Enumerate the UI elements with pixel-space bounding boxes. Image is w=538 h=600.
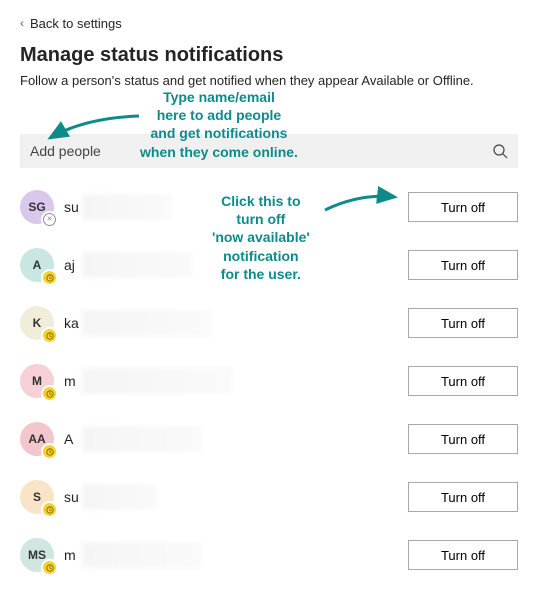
redacted-name (82, 542, 202, 568)
person-row: Kka Turn off (20, 306, 518, 340)
person-name-prefix: aj (64, 257, 82, 273)
add-people-search[interactable] (20, 134, 518, 168)
turn-off-button[interactable]: Turn off (408, 540, 518, 570)
avatar: S (20, 480, 54, 514)
presence-away-icon (43, 503, 56, 516)
turn-off-button[interactable]: Turn off (408, 308, 518, 338)
page-title: Manage status notifications (20, 44, 518, 67)
person-name-prefix: su (64, 199, 82, 215)
person-name-prefix: A (64, 431, 82, 447)
redacted-name (82, 484, 157, 510)
person-row: Aaj Turn off (20, 248, 518, 282)
presence-away-icon (43, 271, 56, 284)
redacted-name (82, 426, 202, 452)
presence-away-icon (43, 387, 56, 400)
avatar: M (20, 364, 54, 398)
person-name-prefix: m (64, 373, 82, 389)
person-name-prefix: m (64, 547, 82, 563)
avatar: MS (20, 538, 54, 572)
turn-off-button[interactable]: Turn off (408, 366, 518, 396)
redacted-name (82, 310, 212, 336)
add-people-input[interactable] (30, 143, 492, 159)
presence-away-icon (43, 445, 56, 458)
avatar: K (20, 306, 54, 340)
presence-offline-icon (43, 213, 56, 226)
turn-off-button[interactable]: Turn off (408, 482, 518, 512)
redacted-name (82, 368, 232, 394)
avatar: A (20, 248, 54, 282)
redacted-name (82, 252, 192, 278)
turn-off-button[interactable]: Turn off (408, 192, 518, 222)
people-list: SG su Turn off Aaj Turn off Kka Turn off Mm Turn… (20, 190, 518, 592)
person-row: AAATurn off (20, 422, 518, 456)
chevron-left-icon: ‹ (20, 16, 24, 30)
page-description: Follow a person's status and get notifie… (20, 73, 518, 88)
avatar: SG (20, 190, 54, 224)
redacted-name (82, 194, 172, 220)
person-name-prefix: ka (64, 315, 82, 331)
person-row: MS m Turn off (20, 538, 518, 572)
turn-off-button[interactable]: Turn off (408, 250, 518, 280)
back-link-label: Back to settings (30, 16, 122, 31)
person-name-prefix: su (64, 489, 82, 505)
search-icon (492, 143, 508, 159)
turn-off-button[interactable]: Turn off (408, 424, 518, 454)
person-row: Mm Turn off (20, 364, 518, 398)
back-to-settings-link[interactable]: ‹ Back to settings (20, 16, 122, 31)
presence-away-icon (43, 329, 56, 342)
person-row: Ssu Turn off (20, 480, 518, 514)
presence-away-icon (43, 561, 56, 574)
person-row: SG su Turn off (20, 190, 518, 224)
avatar: AA (20, 422, 54, 456)
